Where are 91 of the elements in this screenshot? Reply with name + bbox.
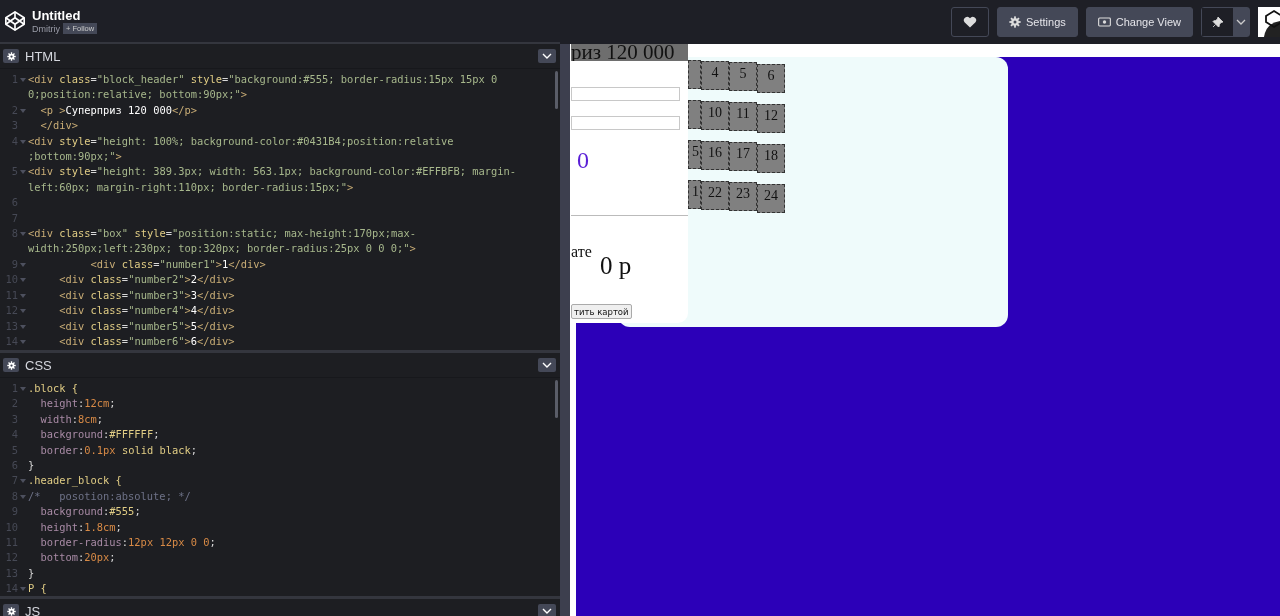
code-line: <div class="number6">6</div>: [58, 334, 235, 347]
number-tile[interactable]: 4: [701, 61, 729, 90]
settings-icon[interactable]: [3, 604, 19, 616]
code-line: }: [28, 566, 35, 579]
fold-triangle-icon[interactable]: [20, 387, 26, 391]
scrollbar[interactable]: [555, 71, 558, 109]
counter-value: 0: [577, 146, 589, 174]
number-tile[interactable]: 1: [688, 180, 701, 209]
code-line: <div class="number5">5</div>: [58, 319, 235, 332]
number-tile[interactable]: 5: [729, 62, 757, 91]
code-line: <div class="number2">2</div>: [58, 273, 235, 286]
prize-heading: риз 120 000: [571, 44, 676, 61]
number-tile[interactable]: 5: [688, 140, 701, 169]
code-line: <div class="block_header" style="background:#555; border-radius:15px 15px 0: [28, 73, 498, 85]
code-line: ;bottom:90px;">: [28, 150, 122, 163]
code-line: bottom:20px;: [39, 551, 116, 564]
number-tile[interactable]: 16: [701, 141, 729, 170]
code-line: }: [28, 459, 35, 472]
change-view-button[interactable]: Change View: [1085, 7, 1193, 37]
code-line: left:60px; margin-right:110px; border-radius:15px;">: [28, 180, 354, 193]
author-name[interactable]: Dmitriy: [32, 23, 60, 34]
code-line: <div class="number4">4</div>: [58, 304, 235, 317]
scrollbar[interactable]: [555, 380, 558, 418]
code-line: <div class="box" style="position:static; max-height:170px;max-: [28, 227, 416, 240]
number-tile[interactable]: 11: [729, 102, 757, 131]
input-field[interactable]: [571, 87, 680, 101]
cube-logo-icon[interactable]: [4, 10, 26, 32]
settings-button[interactable]: Settings: [997, 7, 1078, 37]
code-line: height:12cm;: [39, 397, 116, 410]
fold-triangle-icon[interactable]: [20, 479, 26, 484]
caret-icon: [1236, 19, 1246, 25]
code-line: </div>: [39, 119, 79, 132]
pin-icon: [1211, 16, 1224, 28]
number-tile[interactable]: [688, 60, 701, 89]
editor-title: HTML: [25, 48, 61, 64]
number-tile[interactable]: 17: [729, 142, 757, 171]
code-line: .header_block {: [28, 474, 122, 487]
total-label: ате: [571, 243, 592, 261]
fold-triangle-icon[interactable]: [20, 139, 26, 144]
fold-triangle-icon[interactable]: [20, 324, 26, 329]
gear-icon: [1009, 16, 1021, 28]
settings-icon[interactable]: [3, 49, 19, 63]
code-line: /* posotion:absolute; */: [28, 489, 191, 502]
editor-title: CSS: [25, 357, 52, 373]
number-tile[interactable]: 6: [757, 64, 785, 93]
screen-icon: [1097, 17, 1111, 27]
fold-triangle-icon[interactable]: [20, 262, 26, 267]
code-line: border:0.1px solid black;: [39, 443, 197, 456]
avatar-icon[interactable]: [1258, 7, 1280, 37]
code-line: <div class="number1">1</div>: [89, 257, 266, 270]
code-line: border-radius:12px 12px 0 0;: [39, 536, 216, 549]
input-field[interactable]: [571, 116, 680, 130]
total-amount: 0 р: [600, 252, 632, 280]
pen-title: Untitled: [32, 8, 82, 23]
number-tile[interactable]: 24: [757, 184, 785, 213]
number-tile[interactable]: 23: [729, 182, 757, 211]
fold-triangle-icon[interactable]: [20, 108, 26, 113]
editor-title: JS: [25, 603, 41, 616]
fold-triangle-icon[interactable]: [20, 170, 26, 175]
fold-triangle-icon[interactable]: [20, 232, 26, 237]
chevron-down-icon[interactable]: [538, 604, 556, 616]
pay-button[interactable]: тить картой: [571, 304, 632, 319]
code-line: width:8cm;: [39, 412, 104, 425]
number-tile[interactable]: 22: [701, 181, 729, 210]
fold-triangle-icon[interactable]: [20, 587, 26, 592]
code-line: <div style="height: 389.3px; width: 563.1px; background-color:#EFFBFB; margin-: [28, 165, 516, 178]
code-line: width:250px;left:230px; top:320px; border-radius:25px 0 0 0;">: [28, 242, 416, 255]
chevron-down-icon[interactable]: [538, 49, 556, 63]
fold-triangle-icon[interactable]: [20, 309, 26, 314]
code-line: P {: [28, 582, 47, 595]
number-tile[interactable]: 18: [757, 144, 785, 173]
number-tile[interactable]: 12: [757, 104, 785, 133]
number-tile[interactable]: [688, 100, 701, 129]
code-line: height:1.8cm;: [39, 520, 122, 533]
code-line: <p >Суперприз 120 000</p>: [39, 103, 197, 116]
code-line: <div style="height: 100%; background-color:#0431B4;position:relative: [28, 134, 454, 147]
heart-icon: [963, 16, 977, 28]
code-line: .block {: [28, 382, 79, 394]
settings-icon[interactable]: [3, 358, 19, 372]
fold-triangle-icon[interactable]: [20, 494, 26, 499]
fold-triangle-icon[interactable]: [20, 78, 26, 82]
fold-triangle-icon[interactable]: [20, 339, 26, 344]
fold-triangle-icon[interactable]: [20, 293, 26, 298]
code-line: background:#FFFFFF;: [39, 428, 160, 441]
code-line: 0;position:relative; bottom:90px;">: [28, 88, 247, 101]
fold-triangle-icon[interactable]: [20, 278, 26, 283]
code-line: <div class="number3">3</div>: [58, 288, 235, 301]
heart-button[interactable]: [951, 7, 989, 37]
number-tile[interactable]: 10: [701, 101, 729, 130]
chevron-down-icon[interactable]: [538, 358, 556, 372]
code-line: background:#555;: [39, 505, 141, 518]
